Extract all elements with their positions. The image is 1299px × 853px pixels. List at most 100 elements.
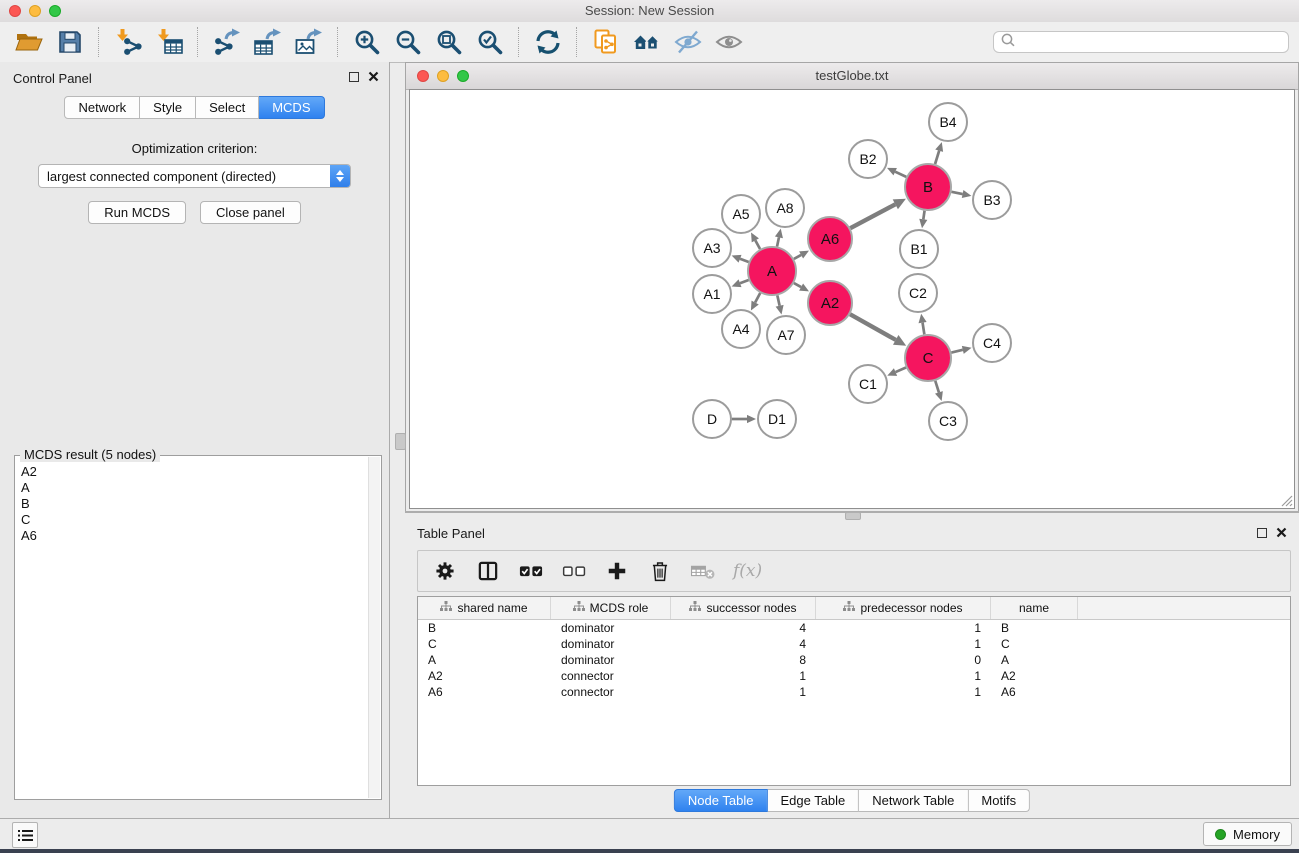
graph-node-A7[interactable]: A7 bbox=[766, 315, 806, 355]
graph-node-D1[interactable]: D1 bbox=[757, 399, 797, 439]
result-scrollbar[interactable] bbox=[368, 457, 380, 798]
tab-motifs[interactable]: Motifs bbox=[968, 789, 1030, 812]
graph-node-B1[interactable]: B1 bbox=[899, 229, 939, 269]
tab-network-table[interactable]: Network Table bbox=[859, 789, 968, 812]
column-header-predecessor-nodes[interactable]: predecessor nodes bbox=[816, 597, 991, 619]
tab-mcds[interactable]: MCDS bbox=[259, 96, 324, 119]
graph-edge-A-A8[interactable] bbox=[777, 237, 779, 246]
export-image-icon[interactable] bbox=[294, 28, 323, 57]
graph-node-C4[interactable]: C4 bbox=[972, 323, 1012, 363]
deselect-all-icon[interactable] bbox=[561, 557, 587, 585]
graph-node-C1[interactable]: C1 bbox=[848, 364, 888, 404]
column-header-name[interactable]: name bbox=[991, 597, 1078, 619]
result-list-item[interactable]: A6 bbox=[21, 528, 381, 544]
result-list-item[interactable]: C bbox=[21, 512, 381, 528]
graph-node-A4[interactable]: A4 bbox=[721, 309, 761, 349]
graph-edge-C-C4[interactable] bbox=[951, 350, 962, 353]
network-canvas[interactable]: A A1 A2 A3 A4 A5 A6 A7 A8 B B1 B2 B3B4 C C1 C2 C3C4 D D1 bbox=[409, 89, 1295, 509]
tab-edge-table[interactable]: Edge Table bbox=[767, 789, 859, 812]
graph-node-A3[interactable]: A3 bbox=[692, 228, 732, 268]
graph-edge-B-B1[interactable] bbox=[923, 211, 924, 220]
tab-node-table[interactable]: Node Table bbox=[674, 789, 768, 812]
float-panel-icon[interactable] bbox=[349, 72, 359, 82]
graph-node-A2[interactable]: A2 bbox=[807, 280, 853, 326]
graph-node-A5[interactable]: A5 bbox=[721, 194, 761, 234]
tab-network[interactable]: Network bbox=[64, 96, 140, 119]
show-all-icon[interactable] bbox=[714, 28, 743, 57]
graph-edge-A-A1[interactable] bbox=[740, 280, 749, 283]
criterion-dropdown[interactable]: largest connected component (directed) bbox=[38, 164, 351, 188]
result-list-item[interactable]: A bbox=[21, 480, 381, 496]
graph-edge-B-B2[interactable] bbox=[895, 172, 906, 177]
column-header-mcds-role[interactable]: MCDS role bbox=[551, 597, 671, 619]
open-icon[interactable] bbox=[14, 28, 43, 57]
tab-select[interactable]: Select bbox=[196, 96, 259, 119]
table-row[interactable]: Cdominator41C bbox=[418, 636, 1290, 652]
graph-node-B3[interactable]: B3 bbox=[972, 180, 1012, 220]
graph-node-C2[interactable]: C2 bbox=[898, 273, 938, 313]
table-row[interactable]: Adominator80A bbox=[418, 652, 1290, 668]
result-list-item[interactable]: B bbox=[21, 496, 381, 512]
save-icon[interactable] bbox=[55, 28, 84, 57]
zoom-fit-icon[interactable] bbox=[434, 28, 463, 57]
gear-icon[interactable] bbox=[432, 557, 458, 585]
close-panel-icon[interactable] bbox=[368, 71, 379, 82]
zoom-out-icon[interactable] bbox=[393, 28, 422, 57]
graph-node-B4[interactable]: B4 bbox=[928, 102, 968, 142]
import-table-icon[interactable] bbox=[154, 28, 183, 57]
search-box[interactable] bbox=[993, 31, 1289, 53]
table-row[interactable]: Bdominator41B bbox=[418, 620, 1290, 636]
tab-style[interactable]: Style bbox=[140, 96, 196, 119]
graph-edge-A-A3[interactable] bbox=[740, 259, 749, 262]
run-mcds-button[interactable]: Run MCDS bbox=[88, 201, 186, 224]
graph-node-C[interactable]: C bbox=[904, 334, 952, 382]
memory-button[interactable]: Memory bbox=[1203, 822, 1292, 846]
graph-edge-B-B4[interactable] bbox=[935, 151, 939, 164]
add-icon[interactable] bbox=[604, 557, 630, 585]
result-list-item[interactable]: A2 bbox=[21, 464, 381, 480]
graph-edge-A-A2[interactable] bbox=[794, 283, 801, 287]
refresh-icon[interactable] bbox=[533, 28, 562, 57]
close-panel-button[interactable]: Close panel bbox=[200, 201, 301, 224]
column-header-shared-name[interactable]: shared name bbox=[418, 597, 551, 619]
new-network-from-selection-icon[interactable] bbox=[591, 28, 620, 57]
zoom-in-icon[interactable] bbox=[352, 28, 381, 57]
graph-edge-A-A6[interactable] bbox=[794, 255, 801, 259]
search-input[interactable] bbox=[1016, 34, 1282, 50]
first-neighbors-icon[interactable] bbox=[632, 28, 661, 57]
import-network-icon[interactable] bbox=[113, 28, 142, 57]
graph-node-B2[interactable]: B2 bbox=[848, 139, 888, 179]
graph-node-A1[interactable]: A1 bbox=[692, 274, 732, 314]
graph-edge-A-A5[interactable] bbox=[755, 240, 760, 249]
graph-edge-A-A7[interactable] bbox=[777, 295, 779, 305]
graph-edge-C-C2[interactable] bbox=[923, 323, 925, 335]
columns-icon[interactable] bbox=[475, 557, 501, 585]
graph-node-A8[interactable]: A8 bbox=[765, 188, 805, 228]
select-all-icon[interactable] bbox=[518, 557, 544, 585]
show-panels-list-button[interactable] bbox=[12, 822, 38, 848]
hide-selected-icon[interactable] bbox=[673, 28, 702, 57]
graph-edge-C-C1[interactable] bbox=[896, 368, 906, 373]
export-table-icon[interactable] bbox=[253, 28, 282, 57]
resize-grip-icon[interactable] bbox=[1279, 493, 1293, 507]
column-header-successor-nodes[interactable]: successor nodes bbox=[671, 597, 816, 619]
float-table-panel-icon[interactable] bbox=[1257, 528, 1267, 538]
graph-node-D[interactable]: D bbox=[692, 399, 732, 439]
graph-node-A[interactable]: A bbox=[747, 246, 797, 296]
graph-edge-B-B3[interactable] bbox=[952, 192, 963, 194]
graph-node-B[interactable]: B bbox=[904, 163, 952, 211]
graph-node-A6[interactable]: A6 bbox=[807, 216, 853, 262]
graph-node-C3[interactable]: C3 bbox=[928, 401, 968, 441]
horizontal-splitter-handle[interactable] bbox=[845, 512, 861, 520]
table-row[interactable]: A6connector11A6 bbox=[418, 684, 1290, 700]
export-network-icon[interactable] bbox=[212, 28, 241, 57]
table-row[interactable]: A2connector11A2 bbox=[418, 668, 1290, 684]
zoom-selected-icon[interactable] bbox=[475, 28, 504, 57]
delete-icon[interactable] bbox=[647, 557, 673, 585]
network-window-titlebar[interactable]: testGlobe.txt bbox=[406, 63, 1298, 90]
graph-edge-A2-C[interactable] bbox=[850, 314, 896, 340]
graph-edge-A6-B[interactable] bbox=[850, 204, 895, 228]
graph-edge-A-A4[interactable] bbox=[755, 293, 760, 302]
close-table-panel-icon[interactable] bbox=[1276, 527, 1287, 538]
graph-edge-C-C3[interactable] bbox=[935, 381, 939, 393]
